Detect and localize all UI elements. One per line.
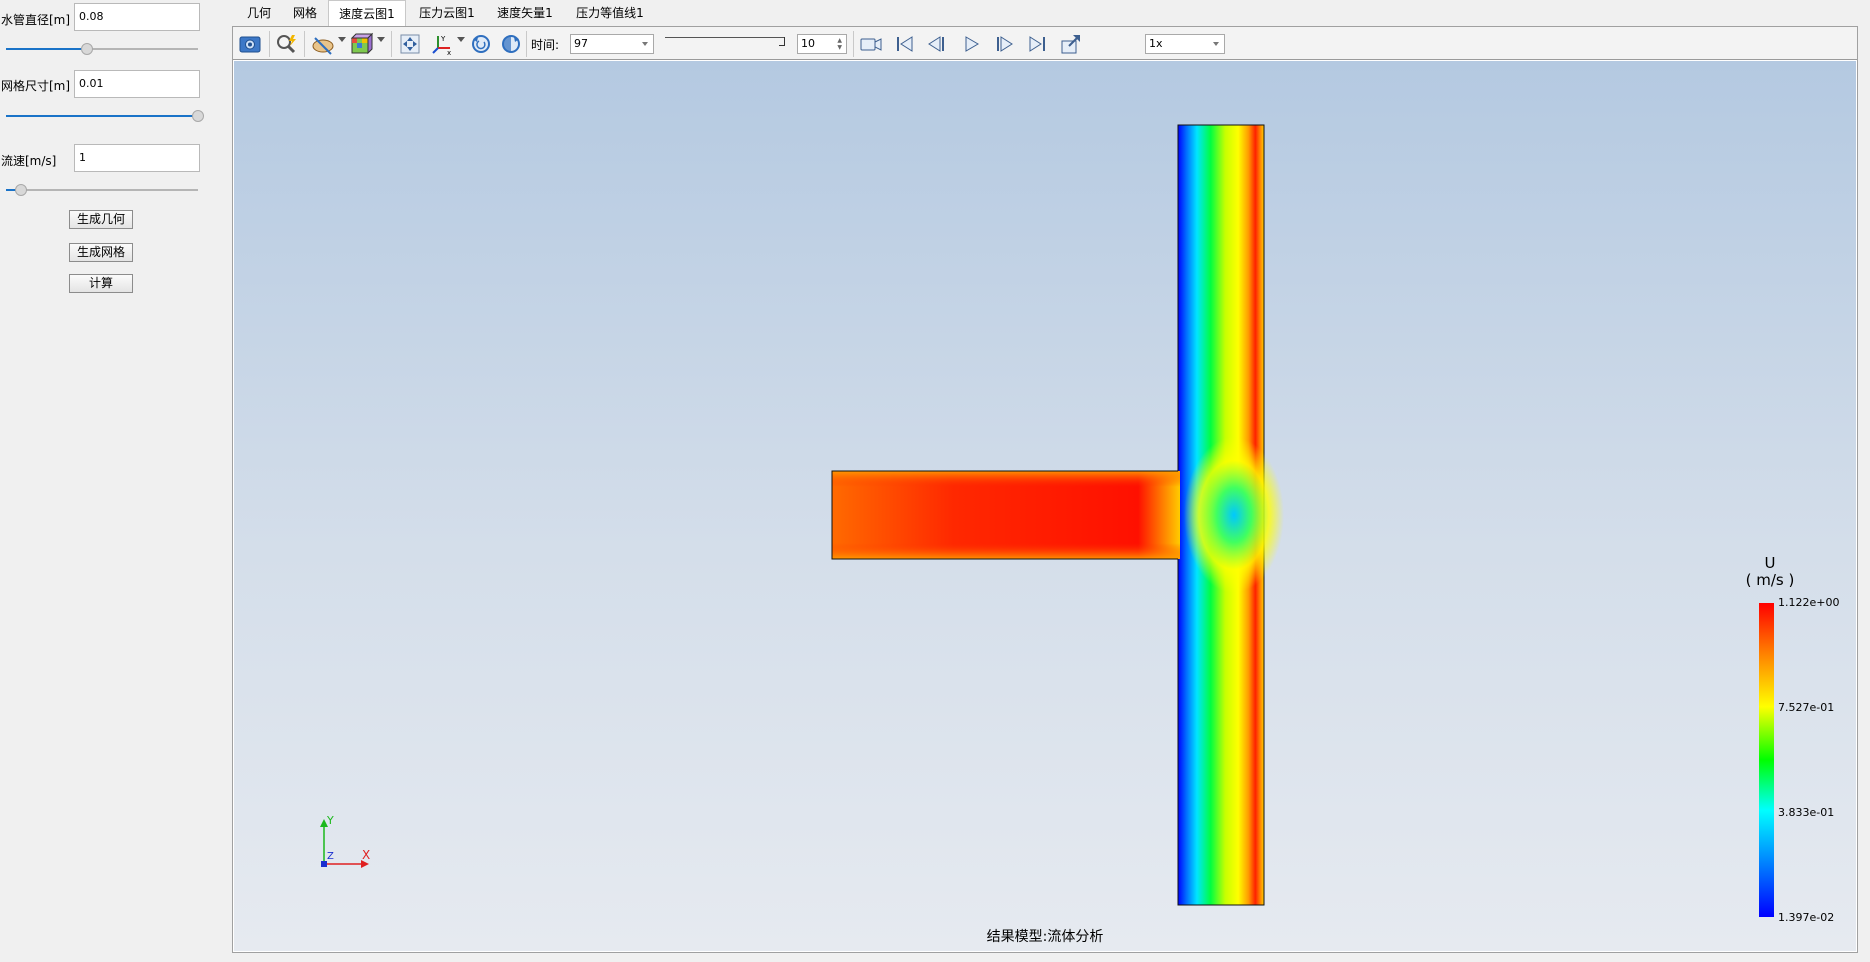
junction-region	[1184, 437, 1284, 593]
legend-color-bar	[1759, 603, 1774, 917]
legend-mid-high: 7.527e-01	[1778, 701, 1835, 714]
pipe-diameter-slider[interactable]	[6, 43, 198, 55]
time-select[interactable]: 97	[570, 34, 654, 54]
result-caption: 结果模型:流体分析	[986, 929, 1104, 945]
mesh-size-slider[interactable]	[6, 110, 204, 122]
view-toolbar: Yx 时间: 97 10 ▲ ▼ 1x	[233, 27, 1857, 60]
color-map-icon[interactable]	[349, 32, 374, 56]
result-view-panel: Yx 时间: 97 10 ▲ ▼ 1x Y X Z U (m/s) 1.12…	[232, 26, 1858, 953]
legend-mid-low: 3.833e-01	[1778, 806, 1835, 819]
mesh-size-label: 网格尺寸[m]	[1, 79, 71, 93]
legend-variable: U	[1764, 554, 1776, 572]
time-slider[interactable]	[665, 35, 787, 49]
result-tabs: 几何 网格 速度云图1 压力云图1 速度矢量1 压力等值线1	[232, 0, 1870, 27]
svg-text:Y: Y	[440, 35, 446, 43]
tab-pressure-isoline[interactable]: 压力等值线1	[564, 0, 656, 27]
play-icon[interactable]	[959, 32, 983, 56]
record-video-icon[interactable]	[859, 32, 883, 56]
cut-plane-icon[interactable]	[311, 32, 335, 56]
tab-geometry[interactable]: 几何	[236, 0, 282, 27]
previous-frame-icon[interactable]	[925, 32, 949, 56]
zoom-fit-icon[interactable]	[275, 32, 299, 56]
last-frame-icon[interactable]	[1026, 32, 1050, 56]
fit-view-icon[interactable]	[398, 32, 422, 56]
z-axis-label: Z	[327, 851, 334, 862]
screenshot-icon[interactable]	[238, 32, 262, 56]
legend-min: 1.397e-02	[1778, 911, 1835, 924]
tab-mesh[interactable]: 网格	[282, 0, 328, 27]
y-axis-label: Y	[326, 814, 334, 827]
velocity-contour-plot	[831, 124, 1284, 906]
pipe-diameter-label: 水管直径[m]	[1, 13, 71, 27]
pipe-diameter-input[interactable]: 0.08	[74, 3, 200, 31]
flow-velocity-label: 流速[m/s]	[1, 154, 57, 168]
next-frame-icon[interactable]	[992, 32, 1016, 56]
step-spinbox[interactable]: 10 ▲ ▼	[797, 34, 847, 54]
mesh-size-input[interactable]: 0.01	[74, 70, 200, 98]
tab-velocity-vector[interactable]: 速度矢量1	[486, 0, 564, 27]
playback-speed-select[interactable]: 1x	[1145, 34, 1225, 54]
export-animation-icon[interactable]	[1059, 32, 1083, 56]
svg-text:x: x	[447, 49, 451, 56]
parameter-panel: 水管直径[m] 0.08 网格尺寸[m] 0.01 流速[m/s] 1 生成几何…	[0, 0, 232, 962]
playback-speed-value: 1x	[1149, 37, 1163, 50]
axes-orientation-icon[interactable]: Yx	[430, 32, 454, 57]
legend-unit: ( m/s )	[1745, 571, 1795, 589]
flow-velocity-input[interactable]: 1	[74, 144, 200, 172]
legend-max: 1.122e+00	[1778, 596, 1840, 609]
axis-triad: Y X Z	[320, 814, 370, 868]
rotate-left-icon[interactable]	[469, 32, 493, 56]
x-axis-label: X	[362, 848, 370, 862]
tab-velocity-contour[interactable]: 速度云图1	[328, 0, 406, 27]
generate-mesh-button[interactable]: 生成网格	[69, 243, 133, 262]
step-value: 10	[801, 37, 815, 50]
result-viewport[interactable]: Y X Z U ( m/s ) 1.122e+00 7.527e-01 3.83…	[234, 61, 1856, 951]
slider-thumb[interactable]	[80, 43, 93, 55]
tab-pressure-contour[interactable]: 压力云图1	[408, 0, 486, 27]
generate-geometry-button[interactable]: 生成几何	[69, 210, 133, 229]
time-value: 97	[574, 37, 588, 50]
time-label: 时间:	[531, 38, 560, 52]
slider-thumb[interactable]	[15, 184, 28, 196]
slider-thumb[interactable]	[192, 110, 204, 122]
compute-button[interactable]: 计算	[69, 274, 133, 293]
flow-velocity-slider[interactable]	[6, 184, 198, 196]
first-frame-icon[interactable]	[892, 32, 916, 56]
rotate-right-icon[interactable]	[499, 32, 523, 56]
